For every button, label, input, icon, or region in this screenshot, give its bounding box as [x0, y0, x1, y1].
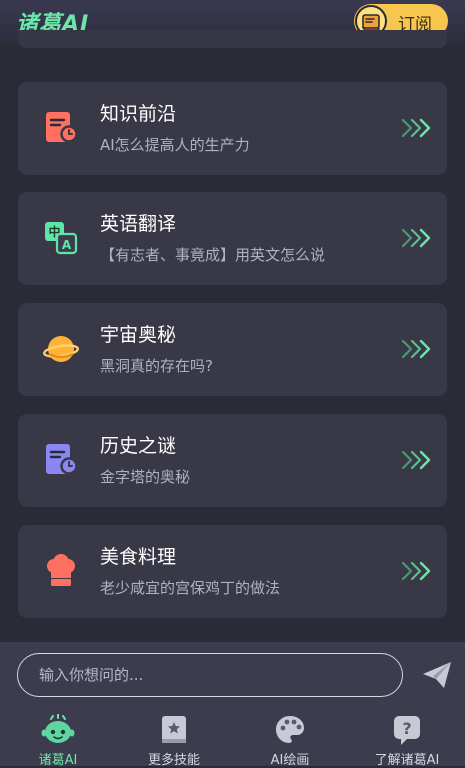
topic-card-cooking[interactable]: 美食料理 老少咸宜的宫保鸡丁的做法	[18, 525, 447, 618]
topic-title: 宇宙奥秘	[100, 324, 177, 346]
chevrons-right-icon	[401, 338, 435, 364]
send-icon[interactable]	[420, 658, 454, 696]
help-icon: ?	[392, 714, 422, 750]
topic-title: 知识前沿	[100, 103, 177, 125]
topic-title: 历史之谜	[100, 435, 177, 457]
tab-zhuge-ai[interactable]: 诸葛AI	[0, 712, 116, 768]
topic-subtitle: 老少咸宜的宫保鸡丁的做法	[100, 579, 281, 597]
chevrons-right-icon	[401, 227, 435, 253]
tab-label: 更多技能	[147, 753, 200, 768]
tab-more-skills[interactable]: 更多技能	[116, 712, 232, 768]
doc-clock-icon	[42, 441, 80, 479]
topic-subtitle: AI怎么提高人的生产力	[100, 136, 250, 154]
tab-label: AI绘画	[270, 753, 310, 768]
topic-title: 美食料理	[100, 546, 177, 568]
planet-icon	[42, 330, 80, 368]
question-input[interactable]	[17, 653, 403, 697]
svg-text:A: A	[62, 238, 72, 252]
palette-icon	[274, 714, 306, 750]
topic-card-history[interactable]: 历史之谜 金字塔的奥秘	[18, 414, 447, 507]
doc-clock-icon	[42, 109, 80, 147]
topic-title: 英语翻译	[100, 213, 177, 235]
topic-card-knowledge[interactable]: 知识前沿 AI怎么提高人的生产力	[18, 82, 447, 175]
tab-ai-painting[interactable]: AI绘画	[232, 712, 348, 768]
topic-subtitle: 【有志者、事竟成】用英文怎么说	[100, 246, 326, 264]
topic-subtitle: 黑洞真的存在吗?	[100, 357, 213, 375]
topic-subtitle: 金字塔的奥秘	[100, 468, 191, 486]
translate-icon: 中 A	[42, 219, 80, 257]
tab-about[interactable]: ? 了解诸葛AI	[349, 712, 465, 768]
chef-hat-icon	[42, 552, 80, 590]
previous-card-edge	[18, 30, 447, 48]
svg-text:?: ?	[402, 719, 411, 738]
chevrons-right-icon	[401, 560, 435, 586]
topic-card-translate[interactable]: 中 A 英语翻译 【有志者、事竟成】用英文怎么说	[18, 192, 447, 285]
topic-card-universe[interactable]: 宇宙奥秘 黑洞真的存在吗?	[18, 303, 447, 396]
chevrons-right-icon	[401, 449, 435, 475]
book-star-icon	[159, 714, 189, 750]
tab-label: 诸葛AI	[38, 753, 78, 768]
chevrons-right-icon	[401, 117, 435, 143]
tab-label: 了解诸葛AI	[374, 753, 440, 768]
robot-icon	[41, 713, 75, 750]
